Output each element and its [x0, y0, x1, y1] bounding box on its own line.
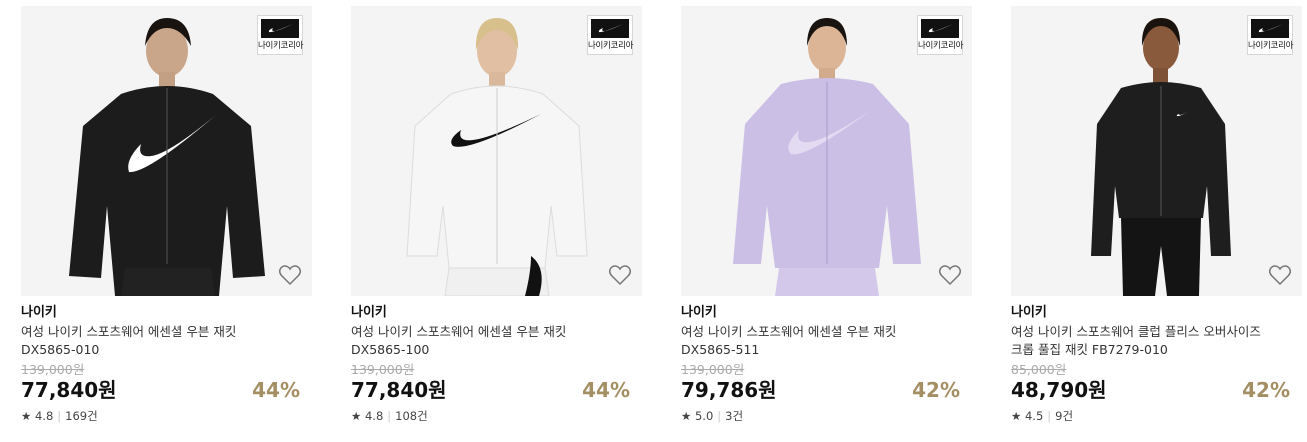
rating-value: 4.8 — [34, 409, 54, 423]
star-icon: ★ — [681, 409, 692, 423]
nike-swoosh-icon — [268, 24, 293, 33]
nike-swoosh-icon — [1258, 24, 1283, 33]
brand-badge: 나이키코리아 — [917, 15, 963, 55]
discount-rate: 42% — [1242, 378, 1290, 402]
review-count: 169건 — [65, 409, 98, 423]
product-grid: 나이키코리아 나이키 여성 나이키 스포츠웨어 에센셜 우븐 재킷 DX5865… — [0, 0, 1307, 442]
product-name[interactable]: 여성 나이키 스포츠웨어 에센셜 우븐 재킷 DX5865-511 — [681, 323, 961, 359]
review-count: 9건 — [1055, 409, 1074, 423]
star-icon: ★ — [21, 409, 32, 423]
badge-label: 나이키코리아 — [588, 41, 634, 51]
star-icon: ★ — [1011, 409, 1022, 423]
original-price: 139,000원 — [681, 362, 745, 377]
rating-value: 4.5 — [1024, 409, 1044, 423]
original-price: 85,000원 — [1011, 362, 1067, 377]
brand-badge: 나이키코리아 — [587, 15, 633, 55]
rating-row: ★ 4.8 | 169건 — [21, 408, 98, 424]
rating-value: 4.8 — [364, 409, 384, 423]
wishlist-heart-icon[interactable] — [1268, 264, 1292, 286]
discount-rate: 44% — [582, 378, 630, 402]
badge-label: 나이키코리아 — [1248, 41, 1294, 51]
discount-rate: 44% — [252, 378, 300, 402]
sale-price: 77,840원 — [21, 378, 117, 402]
product-name[interactable]: 여성 나이키 스포츠웨어 클럽 플리스 오버사이즈 크롭 풀집 재킷 FB727… — [1011, 323, 1291, 359]
product-brand: 나이키 — [21, 305, 57, 320]
pants-shape — [775, 268, 879, 296]
review-count: 108건 — [395, 409, 428, 423]
nike-swoosh-icon — [598, 24, 623, 33]
product-brand: 나이키 — [1011, 305, 1047, 320]
product-image[interactable]: 나이키코리아 — [21, 6, 312, 296]
review-count: 3건 — [725, 409, 744, 423]
product-card[interactable]: 나이키코리아 나이키 여성 나이키 스포츠웨어 에센셜 우븐 재킷 DX5865… — [21, 0, 312, 442]
rating-separator: | — [387, 409, 392, 423]
sale-price: 79,786원 — [681, 378, 777, 402]
wishlist-heart-icon[interactable] — [278, 264, 302, 286]
original-price: 139,000원 — [21, 362, 85, 377]
rating-separator: | — [1047, 409, 1052, 423]
discount-rate: 42% — [912, 378, 960, 402]
pants-shape — [1121, 218, 1201, 296]
nike-swoosh-icon — [928, 24, 953, 33]
rating-row: ★ 5.0 | 3건 — [681, 408, 743, 424]
product-image[interactable]: 나이키코리아 — [1011, 6, 1302, 296]
wishlist-heart-icon[interactable] — [938, 264, 962, 286]
product-card[interactable]: 나이키코리아 나이키 여성 나이키 스포츠웨어 에센셜 우븐 재킷 DX5865… — [681, 0, 972, 442]
badge-label: 나이키코리아 — [918, 41, 964, 51]
product-card[interactable]: 나이키코리아 나이키 여성 나이키 스포츠웨어 에센셜 우븐 재킷 DX5865… — [351, 0, 642, 442]
pants-shape — [121, 268, 215, 296]
product-name[interactable]: 여성 나이키 스포츠웨어 에센셜 우븐 재킷 DX5865-010 — [21, 323, 301, 359]
star-icon: ★ — [351, 409, 362, 423]
product-name[interactable]: 여성 나이키 스포츠웨어 에센셜 우븐 재킷 DX5865-100 — [351, 323, 631, 359]
rating-separator: | — [717, 409, 722, 423]
product-brand: 나이키 — [351, 305, 387, 320]
rating-value: 5.0 — [694, 409, 714, 423]
product-card[interactable]: 나이키코리아 나이키 여성 나이키 스포츠웨어 클럽 플리스 오버사이즈 크롭 … — [1011, 0, 1302, 442]
wishlist-heart-icon[interactable] — [608, 264, 632, 286]
product-image[interactable]: 나이키코리아 — [681, 6, 972, 296]
rating-row: ★ 4.5 | 9건 — [1011, 408, 1073, 424]
brand-badge: 나이키코리아 — [1247, 15, 1293, 55]
brand-badge: 나이키코리아 — [257, 15, 303, 55]
badge-label: 나이키코리아 — [258, 41, 304, 51]
original-price: 139,000원 — [351, 362, 415, 377]
sale-price: 48,790원 — [1011, 378, 1107, 402]
sale-price: 77,840원 — [351, 378, 447, 402]
product-image[interactable]: 나이키코리아 — [351, 6, 642, 296]
rating-separator: | — [57, 409, 62, 423]
rating-row: ★ 4.8 | 108건 — [351, 408, 428, 424]
product-brand: 나이키 — [681, 305, 717, 320]
